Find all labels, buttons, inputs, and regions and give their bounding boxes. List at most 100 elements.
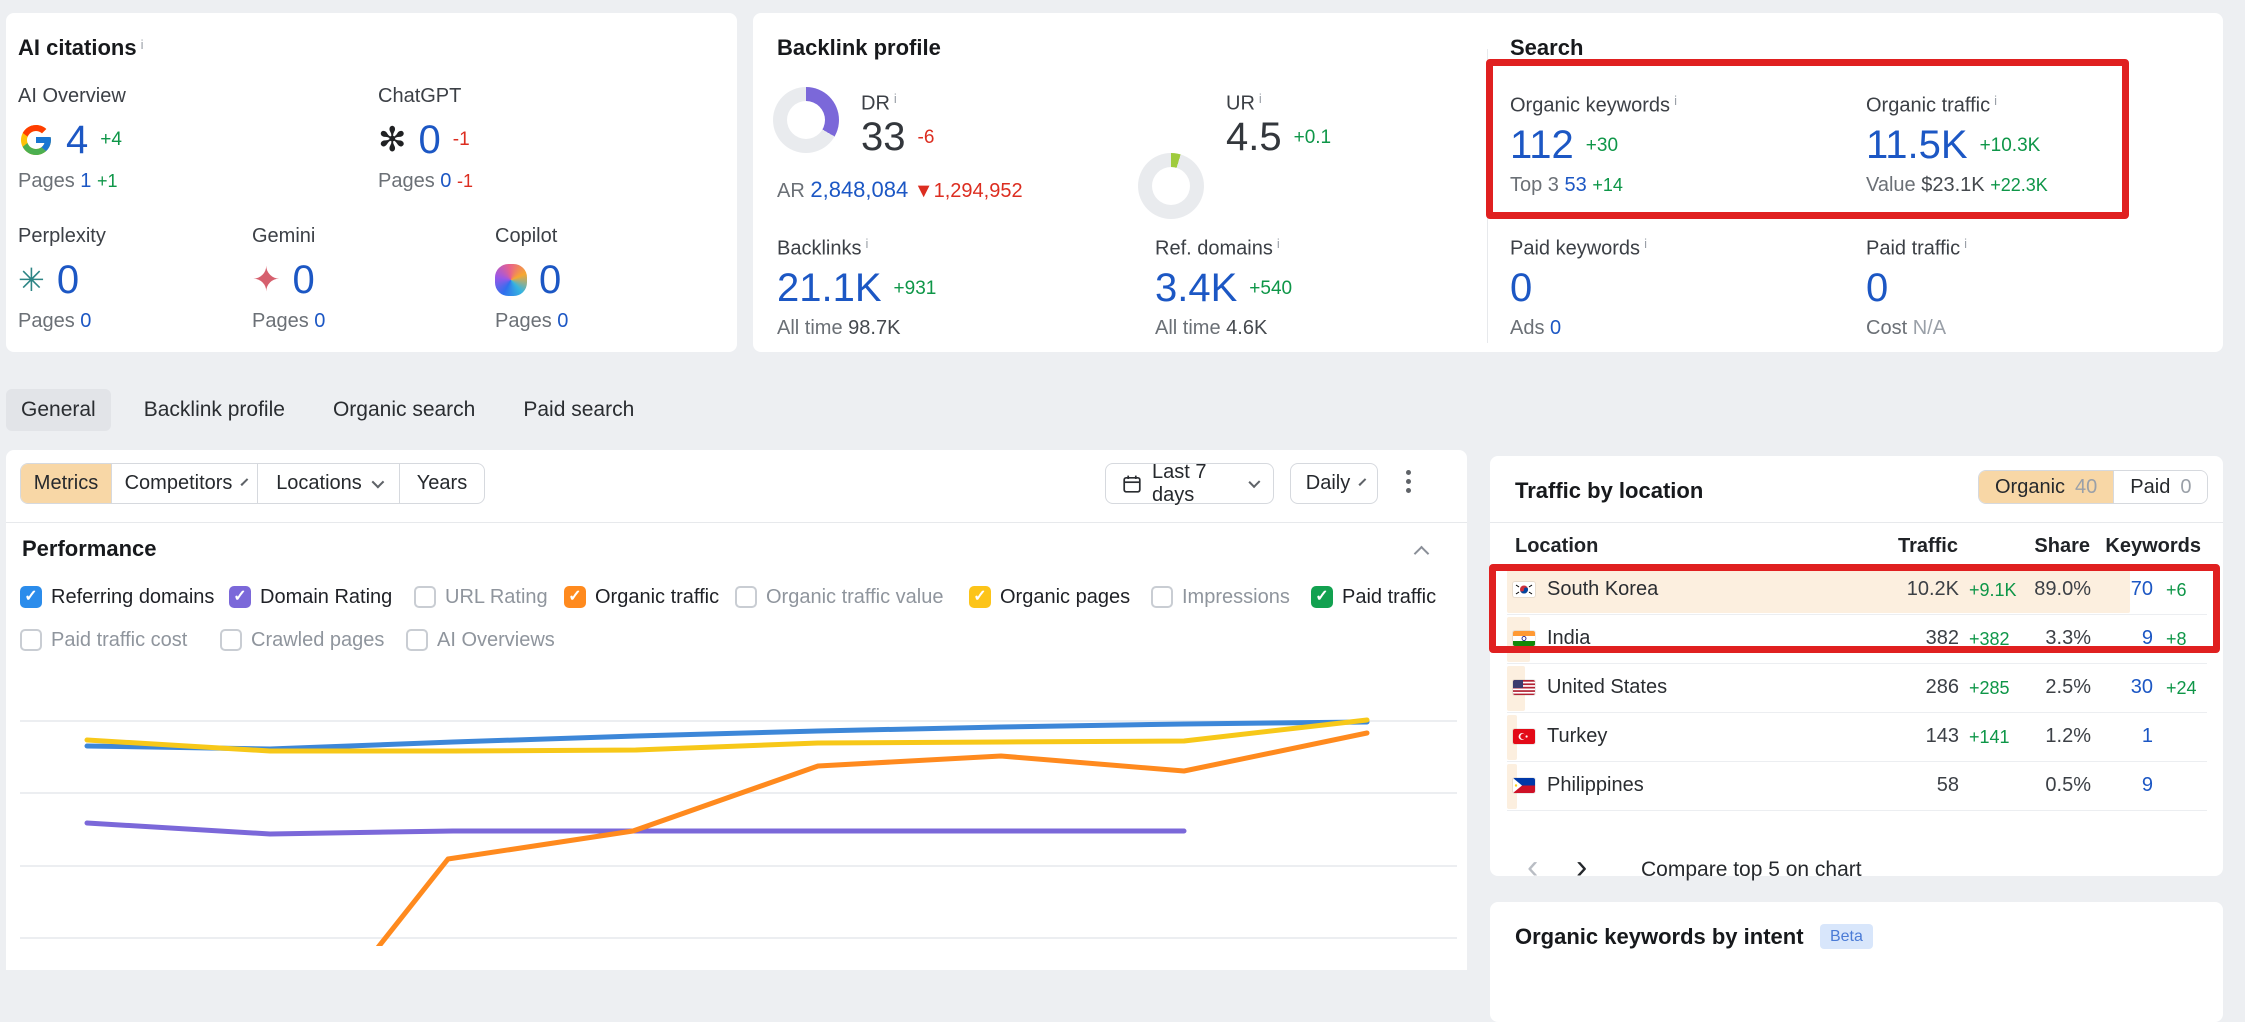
ref-domains-delta: +540: [1249, 278, 1292, 300]
keywords-value[interactable]: 9: [2103, 627, 2153, 650]
checkbox-label: Paid traffic: [1342, 586, 1436, 609]
engine-value[interactable]: 0: [419, 118, 441, 163]
metric-checkbox-paid-traffic[interactable]: Paid traffic: [1311, 583, 1436, 611]
checkbox-icon[interactable]: [564, 586, 586, 608]
value-delta: +22.3K: [1990, 175, 2048, 195]
engine-value[interactable]: 0: [57, 258, 79, 303]
info-icon: [1277, 236, 1280, 251]
pages-label: Pages: [18, 170, 75, 192]
tab-paid-search[interactable]: Paid search: [508, 389, 649, 431]
backlink-profile-title: Backlink profile: [777, 35, 941, 60]
checkbox-icon[interactable]: [229, 586, 251, 608]
organic-keywords-value[interactable]: 112: [1510, 123, 1574, 168]
next-page-button[interactable]: ›: [1576, 852, 1587, 882]
keywords-value[interactable]: 30: [2103, 676, 2153, 699]
paid-traffic-value[interactable]: 0: [1866, 266, 1888, 311]
paid-keywords-value[interactable]: 0: [1510, 266, 1532, 311]
checkbox-icon[interactable]: [735, 586, 757, 608]
checkbox-icon[interactable]: [969, 586, 991, 608]
metric-checkbox-organic-traffic-value[interactable]: Organic traffic value: [735, 583, 944, 611]
ar-value[interactable]: 2,848,084: [810, 177, 908, 202]
location-name[interactable]: Philippines: [1547, 774, 1644, 797]
traffic-delta: +9.1K: [1969, 580, 2017, 601]
location-row-south-korea[interactable]: South Korea 10.2K +9.1K 89.0% 70 +6: [1491, 566, 2222, 615]
checkbox-icon[interactable]: [414, 586, 436, 608]
checkbox-icon[interactable]: [20, 586, 42, 608]
location-row-philippines[interactable]: Philippines 58 0.5% 9: [1491, 762, 2222, 811]
pages-value[interactable]: 1: [80, 170, 91, 192]
backlink-search-card: Backlink profile DR 33 -6 AR 2,848,084 ▼…: [753, 13, 2223, 352]
pages-value[interactable]: 0: [314, 310, 325, 332]
performance-line-chart[interactable]: [6, 660, 1465, 946]
metric-checkbox-referring-domains[interactable]: Referring domains: [20, 583, 214, 611]
ref-domains-value[interactable]: 3.4K: [1155, 266, 1237, 311]
metric-checkbox-organic-pages[interactable]: Organic pages: [969, 583, 1130, 611]
location-name[interactable]: Turkey: [1547, 725, 1607, 748]
keywords-value[interactable]: 70: [2103, 578, 2153, 601]
toggle-paid[interactable]: Paid 0: [2113, 471, 2207, 503]
col-traffic[interactable]: Traffic: [1888, 535, 1958, 558]
tab-backlink-profile[interactable]: Backlink profile: [129, 389, 300, 431]
traffic-delta: +141: [1969, 727, 2010, 748]
copilot-icon: [495, 264, 527, 296]
engine-value[interactable]: 0: [539, 258, 561, 303]
col-share[interactable]: Share: [2020, 535, 2090, 558]
checkbox-icon[interactable]: [20, 629, 42, 651]
flag-kr-icon: [1513, 582, 1535, 597]
pages-value[interactable]: 0: [557, 310, 568, 332]
keywords-value[interactable]: 9: [2103, 774, 2153, 797]
location-row-turkey[interactable]: Turkey 143 +141 1.2% 1: [1491, 713, 2222, 762]
metric-checkbox-domain-rating[interactable]: Domain Rating: [229, 583, 392, 611]
metric-checkbox-ai-overviews[interactable]: AI Overviews: [406, 626, 555, 654]
engine-value[interactable]: 0: [293, 258, 315, 303]
cost-value: N/A: [1913, 317, 1946, 339]
location-name[interactable]: United States: [1547, 676, 1667, 699]
engine-gemini: Gemini ✦ 0 Pages 0: [252, 225, 462, 333]
checkbox-icon[interactable]: [1151, 586, 1173, 608]
col-keywords[interactable]: Keywords: [2101, 535, 2201, 558]
tab-organic-search[interactable]: Organic search: [318, 389, 490, 431]
prev-page-button[interactable]: ‹: [1527, 852, 1538, 882]
organic-keywords-label: Organic keywords: [1510, 94, 1670, 116]
pages-value[interactable]: 0: [80, 310, 91, 332]
ar-label: AR: [777, 180, 805, 202]
col-location[interactable]: Location: [1515, 535, 1598, 558]
keywords-by-intent-title: Organic keywords by intent: [1515, 924, 1804, 949]
backlinks-delta: +931: [894, 278, 937, 300]
checkbox-icon[interactable]: [406, 629, 428, 651]
metric-checkbox-url-rating[interactable]: URL Rating: [414, 583, 548, 611]
paid-traffic-label: Paid traffic: [1866, 237, 1960, 259]
metric-checkbox-impressions[interactable]: Impressions: [1151, 583, 1290, 611]
pages-value[interactable]: 0: [440, 170, 451, 192]
keywords-value[interactable]: 1: [2103, 725, 2153, 748]
checkbox-icon[interactable]: [1311, 586, 1333, 608]
metric-checkbox-paid-traffic-cost[interactable]: Paid traffic cost: [20, 626, 187, 654]
checkbox-icon[interactable]: [220, 629, 242, 651]
backlinks-value[interactable]: 21.1K: [777, 266, 882, 311]
compare-top5-link[interactable]: Compare top 5 on chart: [1641, 858, 1862, 882]
organic-traffic-value[interactable]: 11.5K: [1866, 123, 1968, 168]
tab-general[interactable]: General: [6, 389, 111, 431]
engine-name: AI Overview: [18, 85, 348, 108]
ads-value[interactable]: 0: [1550, 317, 1561, 339]
metric-checkbox-organic-traffic[interactable]: Organic traffic: [564, 583, 719, 611]
ur-delta: +0.1: [1294, 127, 1332, 149]
keywords-delta: +6: [2166, 580, 2187, 601]
top3-value[interactable]: 53: [1565, 174, 1587, 196]
location-row-united-states[interactable]: United States 286 +285 2.5% 30 +24: [1491, 664, 2222, 713]
traffic-delta: +382: [1969, 629, 2010, 650]
alltime-value: 4.6K: [1226, 317, 1267, 339]
value-amount: $23.1K: [1921, 174, 1984, 196]
checkbox-label: AI Overviews: [437, 629, 555, 652]
location-name[interactable]: India: [1547, 627, 1590, 650]
checkbox-label: Crawled pages: [251, 629, 384, 652]
ai-citations-title: AI citations: [18, 35, 137, 60]
pages-label: Pages: [495, 310, 552, 332]
location-name[interactable]: South Korea: [1547, 578, 1658, 601]
header-divider: [1490, 522, 2223, 523]
metric-checkbox-crawled-pages[interactable]: Crawled pages: [220, 626, 384, 654]
location-row-india[interactable]: India 382 +382 3.3% 9 +8: [1491, 615, 2222, 664]
checkbox-label: Impressions: [1182, 586, 1290, 609]
engine-value[interactable]: 4: [66, 118, 88, 163]
toggle-organic[interactable]: Organic 40: [1979, 471, 2113, 503]
